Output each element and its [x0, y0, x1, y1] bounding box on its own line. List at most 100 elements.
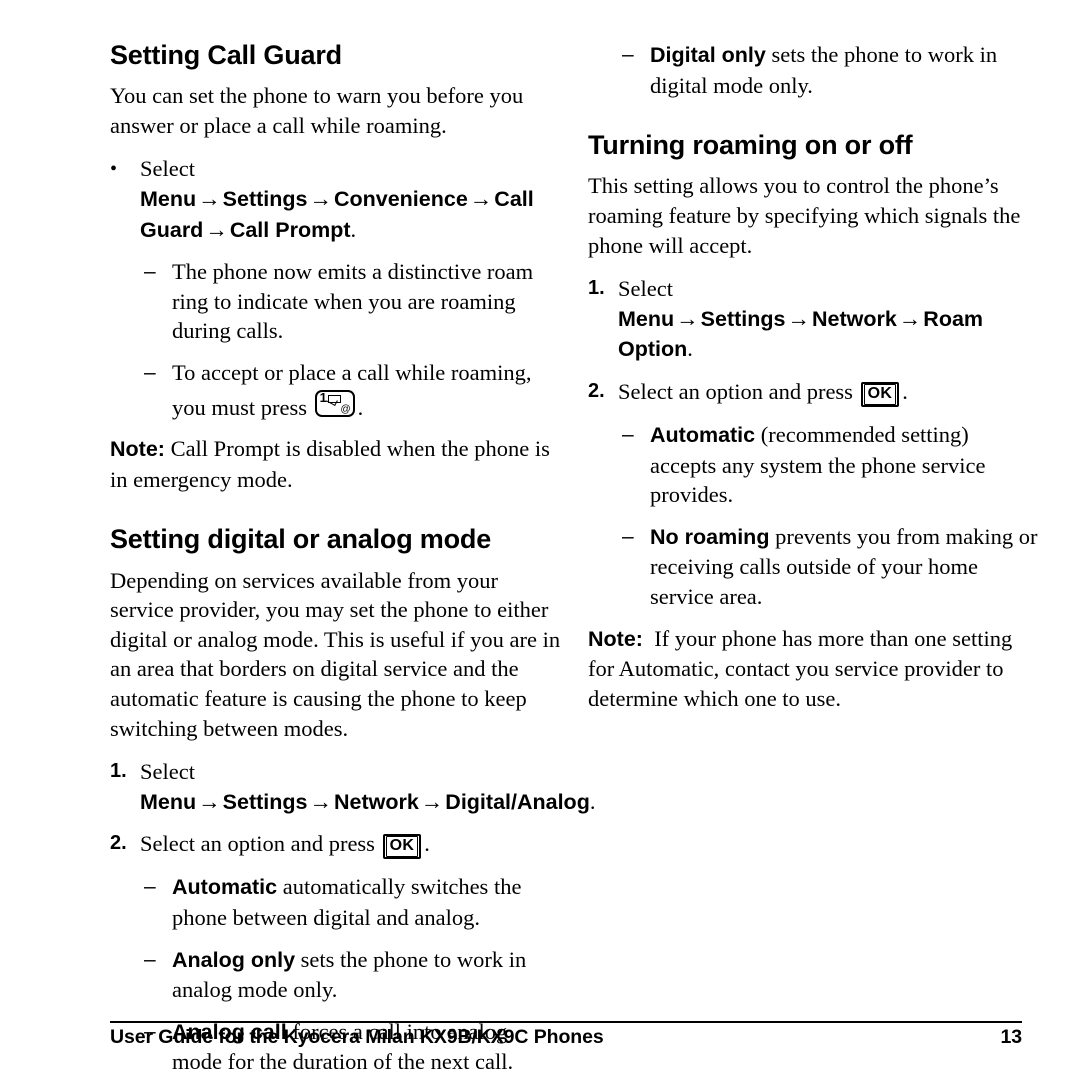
list-item-press-key: – To accept or place a call while roamin…	[110, 358, 562, 422]
menu-path-network: Network	[333, 789, 419, 814]
period: .	[350, 216, 357, 242]
option-text: Automatic (recommended setting) accepts …	[650, 422, 986, 507]
dash-marker: –	[622, 43, 634, 66]
menu-path-settings: Settings	[222, 187, 308, 212]
key-ok-icon: OK	[860, 381, 900, 407]
step-1-select-path: 1. Select Menu→Settings→Network→Roam Opt…	[588, 274, 1040, 365]
bullet-marker: •	[110, 158, 118, 181]
option-item-digital-only: – Digital only sets the phone to work in…	[588, 40, 1040, 100]
key-digit-label: 1	[319, 389, 327, 405]
menu-path-call-prompt: Call Prompt	[229, 217, 351, 242]
step-number: 2.	[110, 832, 127, 855]
period: .	[687, 336, 693, 362]
arrow-icon: →	[198, 788, 221, 814]
period: .	[357, 394, 364, 420]
dash-marker: –	[144, 260, 156, 284]
key-ok-icon: OK	[382, 834, 422, 860]
option-term: Digital only	[650, 43, 766, 67]
page-footer: User Guide for the Kyocera Milan KX9B/KX…	[110, 1026, 1022, 1049]
section-heading-setting-call-guard: Setting Call Guard	[110, 40, 342, 70]
menu-path-convenience: Convenience	[333, 187, 468, 212]
note-body: Call Prompt is disabled when the phone i…	[110, 436, 550, 492]
list-item-roam-ring: – The phone now emits a distinctive roam…	[110, 257, 562, 346]
menu-path-menu: Menu	[140, 187, 197, 212]
page-number: 13	[1000, 1026, 1023, 1048]
dash-marker: –	[622, 524, 634, 548]
roaming-steps: 1. Select Menu→Settings→Network→Roam Opt…	[588, 274, 1040, 611]
step-1-select-path: 1. Select Menu→Settings→Network→Digital/…	[110, 757, 595, 817]
list-item-text: The phone now emits a distinctive roam r…	[172, 259, 534, 344]
list-item-text: To accept or place a call while roaming,…	[172, 360, 532, 420]
select-lead: Select	[140, 156, 195, 182]
arrow-icon: →	[676, 305, 699, 331]
note-label: Note:	[588, 626, 643, 651]
arrow-icon: →	[205, 216, 228, 242]
step-text: Select Menu→Settings→Network→Digital/Ana…	[140, 759, 595, 814]
option-item-analog-only: – Analog only sets the phone to work in …	[110, 945, 562, 1005]
menu-path-settings: Settings	[700, 306, 786, 331]
arrow-icon: →	[787, 305, 810, 331]
footer-divider	[110, 1021, 1022, 1023]
option-text: Automatic automatically switches the pho…	[172, 874, 521, 930]
right-column: – Digital only sets the phone to work in…	[588, 40, 1040, 727]
option-term: Analog only	[172, 947, 296, 972]
step-number: 1.	[110, 760, 127, 783]
period: .	[424, 831, 430, 857]
step-2-select-option: 2. Select an option and press OK.	[588, 377, 1040, 408]
step-text-before: Select an option and press	[618, 378, 859, 404]
period: .	[589, 788, 596, 814]
call-guard-bullet-list: • Select Menu→Settings→Convenience→Call …	[110, 154, 562, 422]
key-1-envelope-at-icon: 1 @	[314, 389, 355, 417]
option-item-automatic: – Automatic (recommended setting) accept…	[588, 420, 1040, 510]
note-call-prompt: Note: Call Prompt is disabled when the p…	[110, 434, 562, 494]
option-item-automatic: – Automatic automatically switches the p…	[110, 872, 562, 932]
arrow-icon: →	[420, 788, 444, 814]
step-text: Select an option and press OK.	[140, 831, 430, 860]
list-item-text: Select Menu→Settings→Convenience→Call Gu…	[140, 156, 534, 241]
at-sign-label: @	[340, 403, 351, 415]
list-item-call-guard-path: • Select Menu→Settings→Convenience→Call …	[110, 154, 562, 245]
option-term: Automatic	[172, 875, 278, 900]
step-text-before: Select an option and press	[140, 831, 381, 857]
dash-marker: –	[144, 947, 156, 971]
key-ok-label: OK	[385, 836, 419, 858]
arrow-icon: →	[309, 788, 332, 814]
step-number: 2.	[588, 379, 605, 402]
paragraph-digital-analog-intro: Depending on services available from you…	[110, 567, 561, 741]
paragraph-call-guard-intro: You can set the phone to warn you before…	[110, 83, 524, 138]
step-number: 1.	[588, 277, 605, 300]
option-text: Analog only sets the phone to work in an…	[172, 947, 526, 1003]
document-page: Setting Call Guard You can set the phone…	[0, 0, 1080, 1080]
option-term: Automatic	[650, 422, 756, 447]
option-item-no-roaming: – No roaming prevents you from making or…	[588, 522, 1040, 612]
section-heading-turning-roaming: Turning roaming on or off	[588, 130, 913, 161]
option-text: No roaming prevents you from making or r…	[650, 524, 1038, 609]
paragraph-roaming-intro: This setting allows you to control the p…	[588, 173, 1021, 258]
dash-marker: –	[144, 875, 156, 899]
note-body: If your phone has more than one setting …	[588, 625, 1013, 711]
menu-path-menu: Menu	[140, 789, 197, 814]
footer-title: User Guide for the Kyocera Milan KX9B/KX…	[110, 1026, 604, 1048]
section-heading-setting-digital-analog: Setting digital or analog mode	[110, 524, 492, 555]
menu-path-network: Network	[811, 306, 897, 331]
period: .	[902, 378, 908, 404]
select-lead: Select	[618, 276, 673, 302]
note-label: Note:	[110, 437, 165, 462]
option-text: Digital only sets the phone to work in d…	[650, 42, 997, 98]
arrow-icon: →	[469, 186, 493, 212]
dash-marker: –	[622, 422, 634, 446]
menu-path-menu: Menu	[618, 306, 675, 331]
select-lead: Select	[140, 759, 195, 785]
option-term: No roaming	[650, 524, 770, 549]
arrow-icon: →	[198, 186, 221, 212]
step-text: Select Menu→Settings→Network→Roam Option…	[618, 276, 983, 361]
left-column: Setting Call Guard You can set the phone…	[110, 40, 595, 1089]
note-automatic-setting: Note: If your phone has more than one se…	[588, 624, 1040, 714]
dash-marker: –	[144, 360, 156, 384]
arrow-icon: →	[898, 305, 922, 331]
carryover-option-list: – Digital only sets the phone to work in…	[588, 40, 1040, 100]
arrow-icon: →	[309, 186, 332, 212]
menu-path-settings: Settings	[222, 789, 308, 814]
menu-path-digital-analog: Digital/Analog	[445, 789, 590, 814]
key-ok-label: OK	[863, 383, 897, 405]
